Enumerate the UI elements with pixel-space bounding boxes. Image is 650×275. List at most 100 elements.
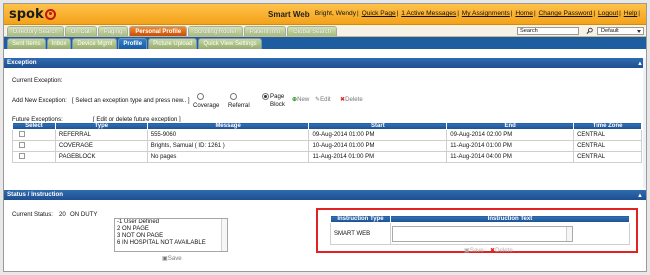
top-header: spok Smart Web Bright, Wendy| Quick Page… [4, 4, 646, 25]
main-navigation: Directory Search On Call Paging Personal… [4, 25, 646, 37]
tab-device-mgmt[interactable]: Device Mgmt [72, 38, 118, 49]
future-exceptions-table: Select Type Message Start End Time Zone … [12, 122, 642, 163]
active-messages-link[interactable]: 1 Active Messages [401, 10, 456, 17]
tab-on-call[interactable]: On Call [64, 26, 97, 36]
list-item[interactable]: 6 IN HOSPITAL NOT AVAILABLE [115, 240, 227, 247]
edit-label: Edit [320, 96, 331, 103]
message-cell: Brights, Samual ( ID: 1261 ) [146, 140, 310, 152]
list-item[interactable]: 3 NOT ON PAGE [115, 233, 227, 240]
delete-label: Delete [345, 96, 363, 103]
logo-mark-icon [44, 8, 56, 20]
search-mode-value: Default [601, 28, 619, 34]
list-scrollbar[interactable] [221, 219, 227, 251]
time-zone-cell: CENTRAL [573, 129, 642, 141]
instruction-type-cell: SMART WEB [330, 222, 391, 245]
help-link[interactable]: Help [624, 10, 638, 17]
tab-profile[interactable]: Profile [118, 38, 148, 49]
quick-page-link[interactable]: Quick Page [362, 10, 396, 17]
exception-title: Exception [7, 59, 37, 66]
tab-inbox[interactable]: Inbox [46, 38, 72, 49]
tab-paging[interactable]: Paging [97, 26, 129, 36]
change-password-link[interactable]: Change Password [539, 10, 593, 17]
column-header: Instruction Type [330, 215, 391, 223]
exception-section-header: Exception ▲ [4, 58, 646, 68]
tab-picture-upload[interactable]: Picture Upload [148, 38, 198, 49]
search-mode-select[interactable]: Default [597, 27, 644, 35]
exception-scrollbar[interactable] [643, 58, 646, 188]
list-item[interactable]: -1 User Defined [115, 219, 227, 226]
add-exception-hint: [ Select an exception type and press new… [72, 97, 190, 104]
profile-subnavigation: Sent Items Inbox Device Mgmt Profile Pic… [4, 37, 646, 49]
current-status-code: 20 [59, 211, 66, 218]
page-block-radio[interactable] [262, 93, 269, 100]
start-cell: 11-Aug-2014 01:00 PM [308, 151, 448, 163]
table-row[interactable]: PAGEBLOCK No pages 11-Aug-2014 01:00 PM … [12, 151, 642, 163]
select-cell [12, 151, 56, 163]
my-assignments-link[interactable]: My Assignments [462, 10, 510, 17]
tab-directory-search[interactable]: Directory Search [7, 26, 64, 36]
collapse-icon[interactable]: ▲ [637, 191, 643, 201]
column-header: Message [146, 122, 310, 130]
current-status-label: Current Status: [12, 211, 53, 218]
current-exception-label: Current Exception: [12, 77, 63, 84]
textarea-scrollbar[interactable] [566, 227, 572, 241]
add-exception-label: Add New Exception: [12, 97, 67, 104]
time-zone-cell: CENTRAL [573, 151, 642, 163]
coverage-label: Coverage [193, 102, 220, 109]
table-header-row: Select Type Message Start End Time Zone [12, 122, 642, 130]
app-window: spok Smart Web Bright, Wendy| Quick Page… [3, 3, 647, 272]
spok-logo: spok [9, 6, 56, 22]
new-button[interactable]: ⊕New [292, 96, 309, 103]
tab-global-search[interactable]: Global Search [287, 26, 338, 36]
tab-scrolling-router[interactable]: Scrolling Router [188, 26, 243, 36]
select-cell [12, 129, 56, 141]
delete-button[interactable]: ✖Delete [340, 96, 363, 103]
logout-link[interactable]: Logout [598, 10, 618, 17]
type-cell: PAGEBLOCK [54, 151, 148, 163]
instruction-save-label: Save [469, 247, 484, 254]
status-options-list[interactable]: -1 User Defined 2 ON PAGE 3 NOT ON PAGE … [114, 218, 228, 252]
select-cell [12, 140, 56, 152]
message-cell: 555-9060 [146, 129, 310, 141]
instruction-delete-button[interactable]: ✖Delete [490, 247, 513, 254]
start-cell: 09-Aug-2014 01:00 PM [308, 129, 448, 141]
row-select-checkbox[interactable] [19, 153, 25, 159]
user-links: Bright, Wendy| Quick Page| 1 Active Mess… [314, 10, 640, 17]
tab-sent-items[interactable]: Sent Items [7, 38, 46, 49]
new-label: New [297, 96, 310, 103]
status-title: Status / Instruction [7, 191, 64, 198]
save-label: Save [167, 255, 182, 262]
list-item[interactable]: 2 ON PAGE [115, 226, 227, 233]
tab-personal-profile[interactable]: Personal Profile [129, 26, 188, 36]
instruction-save-button[interactable]: ▣Save [464, 247, 484, 254]
search-input[interactable]: Search [517, 27, 579, 35]
status-save-button[interactable]: ▣Save [162, 255, 182, 262]
end-cell: 11-Aug-2014 04:00 PM [446, 151, 575, 163]
column-header: Type [54, 122, 148, 130]
search-icon[interactable] [586, 27, 593, 35]
status-section-header: Status / Instruction ▲ [4, 190, 646, 200]
type-cell: REFERRAL [54, 129, 148, 141]
column-header: Time Zone [573, 122, 642, 130]
type-cell: COVERAGE [54, 140, 148, 152]
end-cell: 11-Aug-2014 01:00 PM [446, 140, 575, 152]
column-header: End [446, 122, 575, 130]
column-header: Instruction Text [389, 215, 631, 223]
start-cell: 10-Aug-2014 01:00 PM [308, 140, 448, 152]
table-row[interactable]: COVERAGE Brights, Samual ( ID: 1261 ) 10… [12, 140, 642, 152]
table-row[interactable]: REFERRAL 555-9060 09-Aug-2014 01:00 PM 0… [12, 129, 642, 141]
tab-quick-view-settings[interactable]: Quick View Settings [198, 38, 262, 49]
edit-button[interactable]: ✎Edit [315, 96, 331, 103]
logo-text: spok [9, 6, 44, 22]
tab-patient-info[interactable]: Patient Info [243, 26, 287, 36]
coverage-radio[interactable] [197, 93, 204, 100]
user-name: Bright, Wendy [314, 10, 357, 17]
home-link[interactable]: Home [515, 10, 533, 17]
referral-label: Referral [228, 102, 250, 109]
referral-radio[interactable] [230, 93, 237, 100]
row-select-checkbox[interactable] [19, 142, 25, 148]
row-select-checkbox[interactable] [19, 131, 25, 137]
instruction-text-input[interactable] [392, 226, 573, 242]
message-cell: No pages [146, 151, 310, 163]
chevron-down-icon [637, 30, 641, 33]
